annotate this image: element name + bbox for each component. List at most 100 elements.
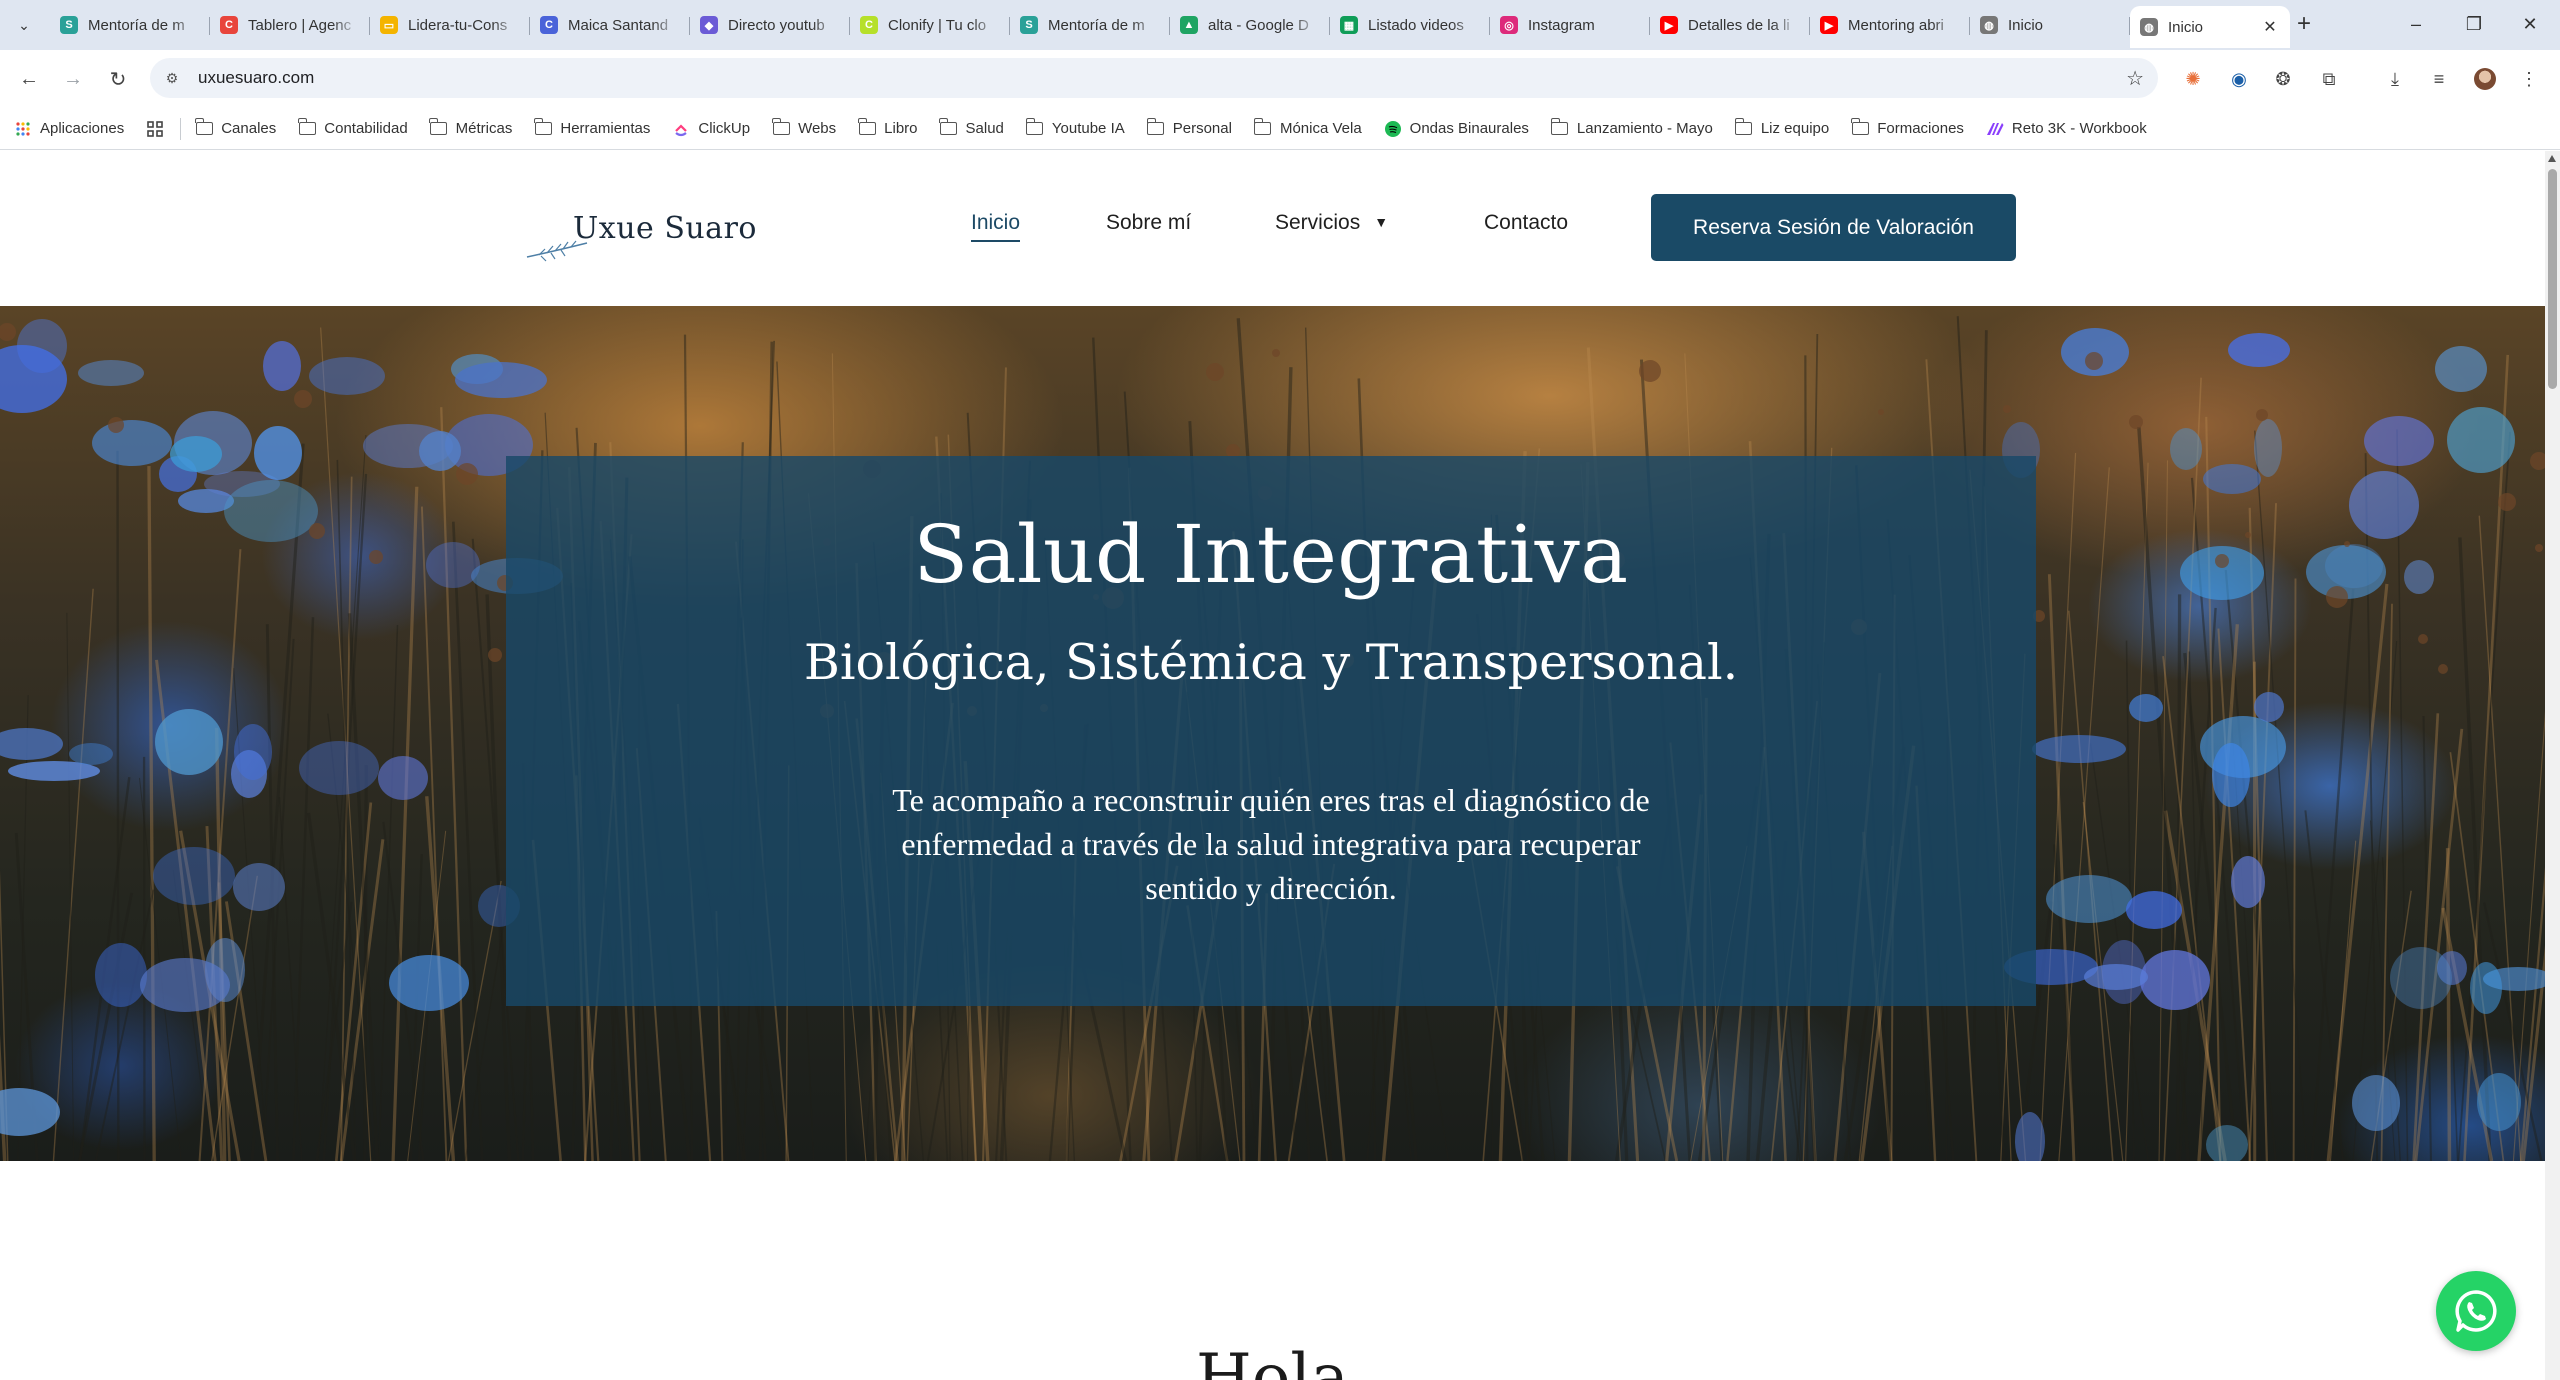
bookmark-item[interactable]: Youtube IA [1025,118,1125,137]
bookmark-item[interactable]: Contabilidad [298,118,408,137]
media-control-icon[interactable]: ≡ [2426,66,2452,92]
nav-inicio[interactable]: Inicio [971,211,1021,242]
seed-head [0,323,16,341]
nav-contacto[interactable]: Contacto [1484,211,1568,235]
bookmarks-bar: Aplicaciones Canales Contabilidad Métricas H… [0,108,2560,150]
tab[interactable]: S Mentoría de m [50,8,210,42]
seed-head [2535,544,2543,552]
bookmark-label: Aplicaciones [40,120,125,137]
folder-icon [1146,118,1165,137]
address-bar[interactable]: ⚙ uxuesuaro.com ☆ [150,58,2158,98]
profile-avatar[interactable] [2472,66,2498,92]
cornflower [78,360,144,386]
tab-title: alta - Google D [1208,16,1309,34]
site-info-icon[interactable]: ⚙ [162,68,182,88]
claude-extension-icon[interactable]: ✺ [2180,66,2206,92]
tab[interactable]: ▶ Detalles de la li [1650,8,1810,42]
nav-servicios[interactable]: Servicios ▼ [1275,211,1388,235]
nav-sobre-mi[interactable]: Sobre mí [1106,211,1191,235]
seed-head [294,390,312,408]
bookmark-item[interactable]: Liz equipo [1734,118,1829,137]
tab[interactable]: ◎ Instagram [1490,8,1650,42]
minimize-icon[interactable]: – [2396,10,2436,38]
tabs: S Mentoría de m C Tablero | Agenc ▭ Lidera-tu… [50,6,2290,50]
bookmark-label: Contabilidad [324,120,408,137]
tab[interactable]: ▦ Listado videos [1330,8,1490,42]
hero-title: Salud Integrativa [913,508,1629,601]
downloads-icon[interactable]: ⤓ [2382,66,2408,92]
tab[interactable]: C Tablero | Agenc [210,8,370,42]
tab[interactable]: C Clonify | Tu clo [850,8,1010,42]
bookmark-item[interactable]: Personal [1146,118,1232,137]
scroll-up-arrow-icon[interactable] [2548,155,2556,162]
tab-title: Mentoría de m [88,16,185,34]
tab-strip: ⌄ S Mentoría de m C Tablero | Agenc ▭ Lidera-… [0,0,2560,50]
cornflower [419,431,461,471]
seed-head [2326,586,2348,608]
page-scrollbar[interactable] [2545,151,2560,1380]
tab-title: Detalles de la li [1688,16,1790,34]
tab[interactable]: ▶ Mentoring abri [1810,8,1970,42]
tab-active[interactable]: ◍ Inicio ✕ [2130,6,2290,48]
web-page: Uxue Suaro Inicio Sobre mí Servicios ▼ Co… [0,151,2545,1380]
tab[interactable]: S Mentoría de m [1010,8,1170,42]
bookmark-item[interactable]: Ondas Binaurales [1384,120,1529,137]
site-logo[interactable]: Uxue Suaro [525,209,765,262]
grass-stem [2137,426,2190,1161]
grass-stem [2254,430,2308,1161]
tab-title: Inicio [2008,16,2044,34]
cornflower [92,420,172,466]
folder-icon [771,118,790,137]
cornflower [234,724,272,780]
tab-close-icon[interactable]: ✕ [2260,17,2280,37]
menu-kebab-icon[interactable]: ⋮ [2516,66,2542,92]
bookmark-item[interactable]: Libro [857,118,918,137]
tab[interactable]: ▲ alta - Google D [1170,8,1330,42]
restore-icon[interactable]: ❐ [2454,10,2494,38]
seed-head [2245,532,2251,538]
tab[interactable]: ▭ Lidera-tu-Cons [370,8,530,42]
bookmark-item[interactable]: Aplicaciones [14,120,124,137]
bookmark-item[interactable]: Canales [195,118,276,137]
whatsapp-button[interactable] [2436,1271,2516,1351]
bookmark-item[interactable] [146,120,164,137]
window-close-icon[interactable]: ✕ [2510,10,2550,38]
bookmark-item[interactable]: Mónica Vela [1253,118,1362,137]
folder-icon [534,118,552,137]
tab-title: Maica Santand [568,16,669,34]
site-header: Uxue Suaro Inicio Sobre mí Servicios ▼ Co… [0,151,2545,306]
cornflower [170,436,222,472]
tab[interactable]: C Maica Santand [530,8,690,42]
bookmark-star-icon[interactable]: ☆ [2126,66,2144,91]
tab-search-chevron-icon[interactable]: ⌄ [10,12,38,38]
reserva-sesion-button[interactable]: Reserva Sesión de Valoración [1651,194,2016,261]
extensions-puzzle-icon[interactable]: ⧉ [2316,66,2342,92]
new-tab-button[interactable]: + [2290,10,2318,38]
cornflower [2364,416,2434,466]
url-text[interactable]: uxuesuaro.com [198,68,314,88]
bookmark-item[interactable]: Webs [771,118,836,137]
bookmark-item[interactable]: ClickUp [672,120,750,137]
extension-c-icon[interactable]: ◉ [2226,66,2252,92]
reload-icon[interactable]: ↻ [103,64,133,94]
slides-icon: ▭ [380,16,398,34]
bookmark-item[interactable]: Herramientas [534,118,650,137]
cornflower [2015,1112,2045,1161]
seed-head [2438,664,2448,674]
tab[interactable]: ◆ Directo youtub [690,8,850,42]
tab[interactable]: ◍ Inicio [1970,8,2130,42]
back-icon[interactable]: ← [14,64,44,94]
tab-title: Inicio [2168,18,2204,36]
folder-icon [1734,118,1753,137]
forward-icon[interactable]: → [58,64,88,94]
scrollbar-thumb[interactable] [2548,169,2557,389]
openai-extension-icon[interactable]: ❂ [2270,66,2296,92]
bookmark-item[interactable]: Lanzamiento - Mayo [1550,118,1713,137]
chat-logo: ◆ [700,16,718,34]
bookmark-item[interactable]: Reto 3K - Workbook [1986,120,2147,137]
cornflower [95,943,147,1007]
bookmark-item[interactable]: Salud [939,118,1004,137]
bookmark-item[interactable]: Formaciones [1851,118,1964,137]
tab-title: Clonify | Tu clo [888,16,987,34]
bookmark-item[interactable]: Métricas [429,118,512,137]
